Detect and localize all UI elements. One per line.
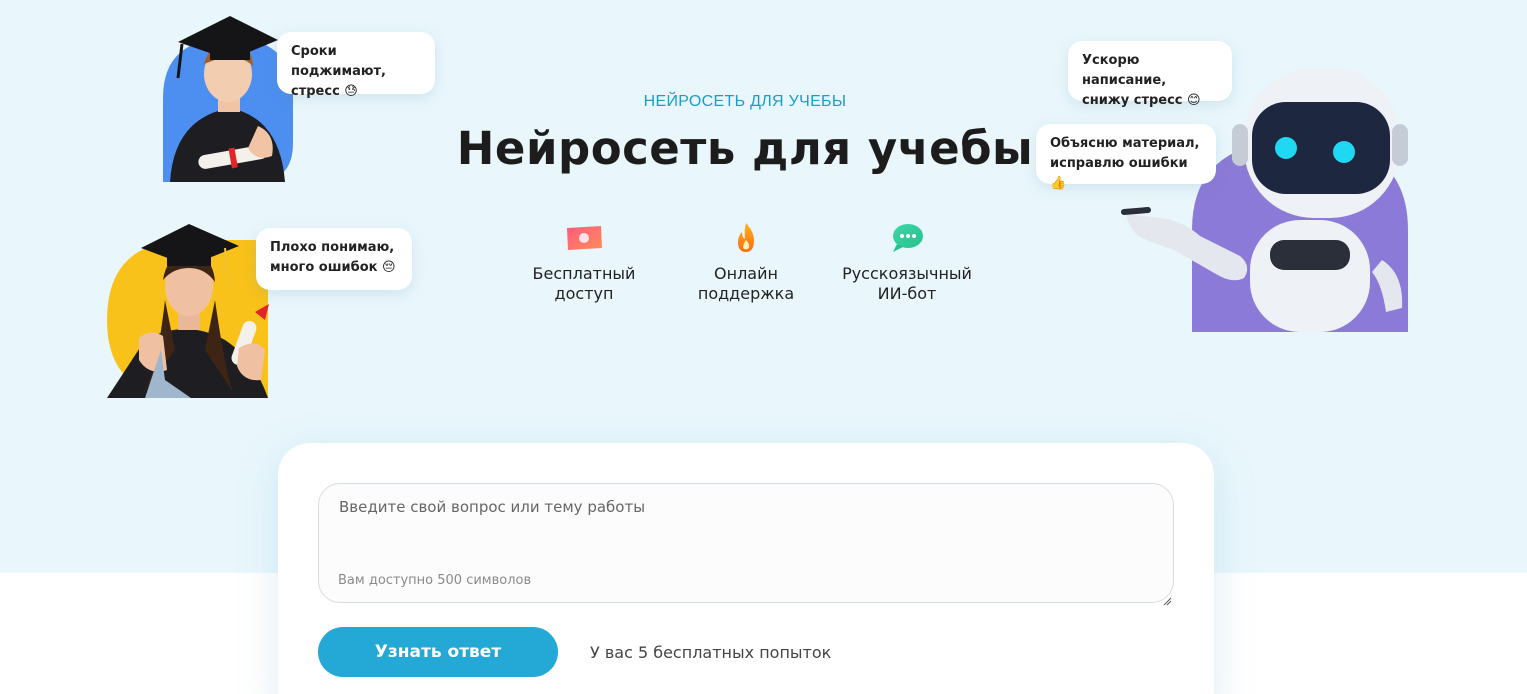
feature-label: Онлайн поддержка bbox=[697, 264, 795, 303]
feature-online-support: Онлайн поддержка bbox=[666, 222, 826, 304]
page-title: Нейросеть для учебы bbox=[456, 122, 1034, 175]
feature-free-access: Бесплатный доступ bbox=[504, 222, 664, 304]
student-male-speech-bubble: Сроки поджимают, стресс 😓 bbox=[277, 32, 435, 99]
resize-grip-icon[interactable] bbox=[1162, 591, 1172, 606]
flame-icon bbox=[726, 222, 766, 254]
chat-bubble-icon bbox=[887, 222, 927, 254]
feature-label: Русскоязычный ИИ-бот bbox=[842, 264, 972, 303]
robot-speech-bubble-top: Ускорю написание, снижу стресс 😊 bbox=[1068, 41, 1232, 108]
student-female-avatar bbox=[105, 220, 270, 398]
feature-label: Бесплатный доступ bbox=[532, 264, 636, 303]
char-limit-text: Вам доступно 500 символов bbox=[338, 573, 532, 588]
feature-russian-bot: Русскоязычный ИИ-бот bbox=[827, 222, 987, 304]
student-female-speech-bubble: Плохо понимаю, много ошибок 😔 bbox=[256, 228, 412, 290]
free-attempts-text: У вас 5 бесплатных попыток bbox=[590, 643, 832, 662]
question-card: Вам доступно 500 символов Узнать ответ У… bbox=[278, 443, 1214, 694]
hero-eyebrow: НЕЙРОСЕТЬ ДЛЯ УЧЕБЫ bbox=[643, 93, 847, 110]
ticket-icon bbox=[564, 222, 604, 254]
get-answer-button[interactable]: Узнать ответ bbox=[318, 627, 558, 677]
